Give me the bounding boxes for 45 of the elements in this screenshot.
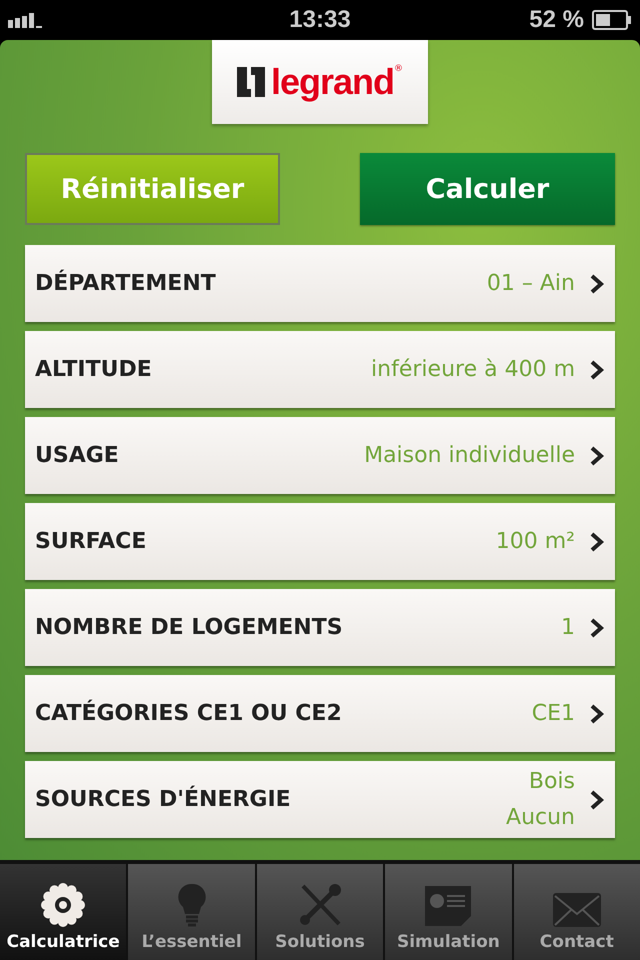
row-label: NOMBRE DE LOGEMENTS [35, 615, 344, 640]
row-value: inférieure à 400 m [371, 356, 575, 384]
row-value: 100 m² [496, 528, 575, 556]
tab-bar-item[interactable]: Simulation [385, 864, 512, 960]
settings-row[interactable]: SOURCES D'ÉNERGIE Bois Aucun [25, 761, 615, 838]
logo-text: legrand [270, 61, 394, 103]
envelope-icon [552, 892, 602, 928]
settings-row[interactable]: ALTITUDE inférieure à 400 m [25, 331, 615, 408]
chevron-icon [589, 616, 605, 638]
battery-icon [592, 10, 632, 30]
row-label: SURFACE [35, 529, 148, 554]
presentation-icon [423, 884, 474, 928]
clock-time: 13:33 [289, 6, 351, 34]
row-label: ALTITUDE [35, 357, 153, 382]
gear-icon [40, 882, 86, 928]
settings-row[interactable]: USAGE Maison individuelle [25, 417, 615, 494]
row-value: CE1 [532, 700, 575, 728]
tab-bar-item[interactable]: Contact [514, 864, 640, 960]
chevron-icon [589, 444, 605, 466]
registered-mark: ® [394, 64, 404, 74]
chevron-icon [589, 788, 605, 810]
tab-bar-item[interactable]: L’essentiel [128, 864, 255, 960]
settings-row[interactable]: SURFACE 100 m² [25, 503, 615, 580]
row-label: CATÉGORIES CE1 OU CE2 [35, 701, 343, 726]
settings-row[interactable]: NOMBRE DE LOGEMENTS 1 [25, 589, 615, 666]
logo-icon [236, 67, 265, 97]
row-value: Maison individuelle [364, 442, 575, 470]
row-value: Aucun [506, 804, 575, 832]
chevron-icon [589, 702, 605, 724]
row-label: SOURCES D'ÉNERGIE [35, 787, 292, 812]
row-label: USAGE [35, 443, 120, 468]
chevron-icon [589, 358, 605, 380]
chevron-icon [589, 530, 605, 552]
chevron-icon [589, 272, 605, 294]
row-value: 01 – Ain [486, 270, 575, 298]
row-label: DÉPARTEMENT [35, 271, 217, 296]
settings-row[interactable]: CATÉGORIES CE1 OU CE2 CE1 [25, 675, 615, 752]
battery-percentage: 52 % [529, 6, 584, 34]
calculate-button[interactable]: Calculer [360, 153, 615, 225]
tab-bar-item[interactable]: Solutions [256, 864, 384, 960]
settings-row[interactable]: DÉPARTEMENT 01 – Ain [25, 245, 615, 322]
lightbulb-icon [176, 882, 207, 928]
row-value: 1 [561, 614, 575, 642]
tools-icon [297, 882, 344, 928]
row-value: Bois [528, 768, 575, 796]
